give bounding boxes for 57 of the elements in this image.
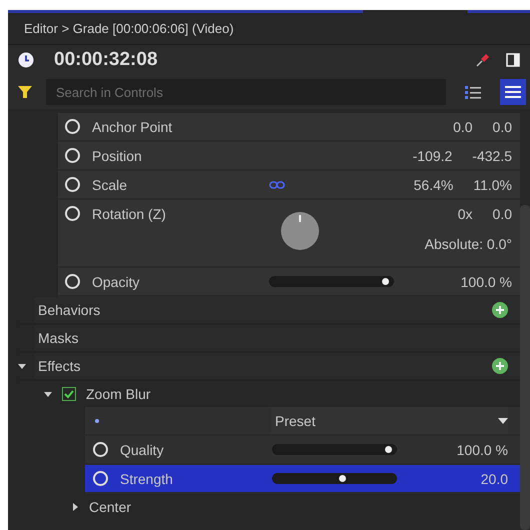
breadcrumb: Editor > Grade [00:00:06:06] (Video) <box>24 21 234 36</box>
value-field[interactable]: 100.0 % <box>460 274 512 290</box>
slider[interactable] <box>269 276 394 287</box>
pin-icon <box>476 53 490 67</box>
value-field[interactable]: -109.2 <box>412 148 452 164</box>
disclosure-triangle[interactable] <box>44 390 52 398</box>
keyframe-button[interactable] <box>65 148 80 163</box>
rotation-dial[interactable] <box>281 212 319 250</box>
link-icon <box>269 180 285 188</box>
filter-icon <box>18 85 32 99</box>
value-field[interactable]: 0.0 <box>492 118 512 134</box>
keyframe-button[interactable] <box>65 119 80 134</box>
add-button[interactable] <box>492 358 508 374</box>
timecode: 00:00:32:08 <box>54 49 159 71</box>
parameter-row[interactable]: Strength 20.0 <box>85 465 520 494</box>
keyframe-button[interactable] <box>93 442 108 457</box>
menu-icon <box>505 85 521 99</box>
parameter-label: Position <box>92 148 143 164</box>
parameter-row[interactable]: Quality 100.0 % <box>85 436 520 465</box>
group-label: Center <box>89 499 132 515</box>
parameter-label: Anchor Point <box>92 118 174 134</box>
compact-view-button[interactable] <box>500 79 526 105</box>
section-label: Effects <box>38 358 81 374</box>
keyframe-button[interactable] <box>65 206 80 221</box>
split-panel-icon <box>506 53 520 67</box>
list-icon <box>465 85 481 99</box>
parameter-label: Strength <box>120 470 174 486</box>
parameter-label: Opacity <box>92 274 140 290</box>
parameter-label: Scale <box>92 176 128 192</box>
dot-icon <box>95 418 99 422</box>
search-field[interactable]: Search in Controls <box>46 79 446 105</box>
keyframe-button[interactable] <box>93 471 108 486</box>
disclosure-triangle[interactable] <box>71 503 79 511</box>
keyframe-button[interactable] <box>65 274 80 289</box>
value-field[interactable]: 56.4% <box>414 176 454 192</box>
scrollbar[interactable] <box>520 205 530 530</box>
keyframe-button[interactable] <box>65 177 80 192</box>
value-field[interactable]: 0.0 <box>453 118 473 134</box>
slider[interactable] <box>272 444 397 455</box>
section-label: Behaviors <box>38 302 100 318</box>
add-button[interactable] <box>492 302 508 318</box>
value-field[interactable]: 100.0 % <box>456 442 508 458</box>
effect-label: Zoom Blur <box>86 386 151 402</box>
disclosure-triangle[interactable] <box>18 362 26 370</box>
parameter-label: Quality <box>120 442 165 458</box>
checkbox[interactable] <box>62 387 76 401</box>
parameter-label: Rotation (Z) <box>92 206 167 222</box>
absolute-angle: Absolute: 0.0° <box>424 236 512 252</box>
value-field[interactable]: 11.0% <box>473 176 512 192</box>
value-field[interactable]: 20.0 <box>480 470 508 486</box>
slider[interactable] <box>272 473 397 484</box>
clock-icon <box>18 52 34 68</box>
value-field[interactable]: 0.0 <box>492 206 512 222</box>
value-field[interactable]: -432.5 <box>472 148 512 164</box>
section-label: Masks <box>38 330 78 346</box>
caret-icon <box>498 418 508 424</box>
value-field[interactable]: 0x <box>458 206 473 222</box>
